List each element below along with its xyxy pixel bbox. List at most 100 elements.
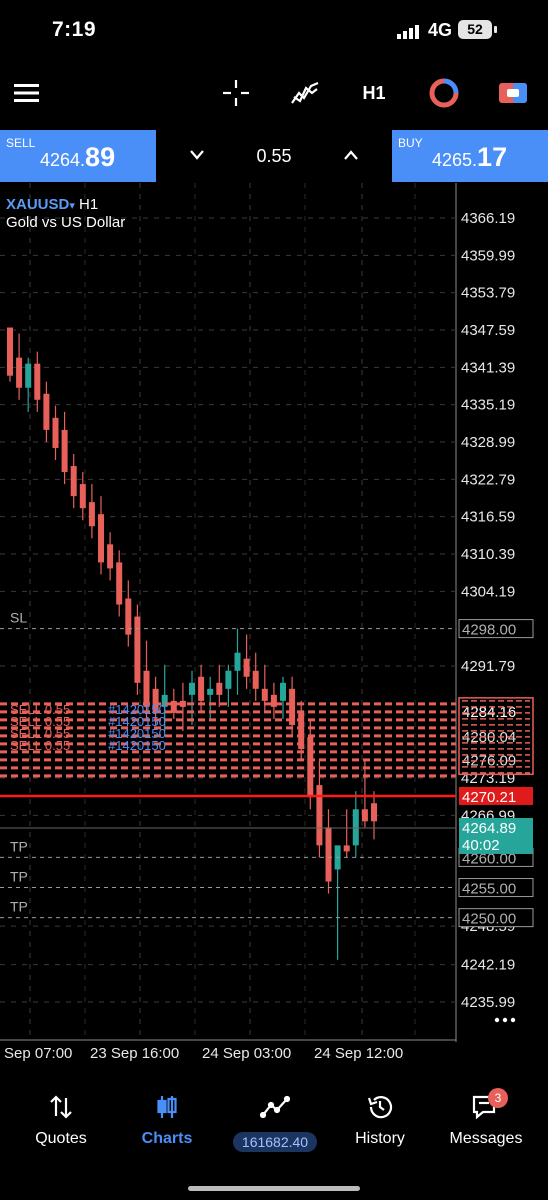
clock: 7:19 (52, 18, 97, 41)
price-level-label: 4235.99 (461, 994, 515, 1011)
nav-charts[interactable]: Charts (117, 1090, 217, 1148)
candle-body (88, 502, 95, 527)
tp-label: TP (10, 838, 28, 854)
trade-panel: SELL 4264.89 0.55 BUY 4265.17 (0, 130, 548, 182)
account-balance: 161682.40 (232, 1132, 318, 1152)
network-type: 4G (428, 20, 453, 40)
time-axis-label: 23 Sep 16:00 (90, 1045, 179, 1062)
time-axis-label: Sep 07:00 (4, 1045, 72, 1062)
sl-price: 4298.00 (462, 622, 516, 639)
home-indicator (188, 1186, 360, 1191)
candle-body (25, 363, 32, 388)
tp-price: 4255.00 (462, 881, 516, 898)
candle-body (107, 544, 114, 569)
candle-body (198, 676, 205, 701)
nav-history[interactable]: History (330, 1090, 430, 1148)
tp-price: 4250.00 (462, 911, 516, 928)
candle-body (325, 827, 332, 882)
charts-label: Charts (141, 1130, 193, 1147)
candle-body (343, 845, 350, 852)
more-icon[interactable] (494, 1017, 500, 1023)
candle-body (261, 688, 268, 701)
history-label: History (355, 1130, 405, 1147)
indicators-icon[interactable] (288, 76, 322, 110)
candle-body (316, 785, 323, 846)
candle-body (43, 393, 50, 430)
candle-body (70, 466, 77, 497)
price-level-label: 4242.19 (461, 957, 515, 974)
battery-icon: 52 (458, 20, 492, 39)
price-level-label: 4328.99 (461, 434, 515, 451)
messages-label: Messages (449, 1130, 523, 1147)
price-level-label: 4359.99 (461, 247, 515, 264)
nav-messages[interactable]: 3 Messages (436, 1088, 536, 1148)
current-price-label: 4270.21 (462, 789, 516, 806)
more-icon[interactable] (510, 1017, 516, 1023)
candle-body (79, 484, 86, 509)
price-level-label: 4304.19 (461, 583, 515, 600)
candle-body (225, 670, 232, 689)
candle-body (361, 809, 368, 822)
menu-icon[interactable] (12, 76, 42, 110)
nav-trade[interactable]: 161682.40 (222, 1090, 328, 1152)
bid-price-label: 4264.89 (462, 820, 516, 837)
nav-quotes[interactable]: Quotes (11, 1090, 111, 1148)
more-icon[interactable] (502, 1017, 508, 1023)
timeframe-button[interactable]: H1 (356, 76, 392, 110)
candle-body (207, 688, 214, 695)
candle-body (243, 658, 250, 677)
buy-button[interactable]: BUY 4265.17 (392, 130, 548, 182)
candle-body (216, 682, 223, 695)
battery-tip (494, 26, 497, 33)
candle-body (125, 598, 132, 635)
chart-toolbar: H1 (0, 62, 548, 122)
candle-body (371, 803, 377, 822)
candle-body (116, 562, 123, 605)
one-click-trading-icon[interactable] (428, 76, 460, 110)
candle-body (34, 363, 41, 400)
messages-icon: 3 (436, 1088, 536, 1124)
price-level-label: 4310.39 (461, 546, 515, 563)
volume-control: 0.55 (157, 130, 391, 182)
crosshair-icon[interactable] (220, 76, 252, 110)
bottom-navigation: Quotes Charts 161682.40 History 3 Messag… (0, 1080, 548, 1200)
trade-icon (222, 1090, 328, 1124)
candle-body (280, 682, 286, 701)
candle-body (52, 417, 59, 448)
candle-body (61, 429, 68, 473)
chart-description: Gold vs US Dollar (6, 214, 126, 231)
history-icon (330, 1090, 430, 1124)
new-order-icon[interactable] (496, 76, 530, 110)
buy-price: 4265.17 (432, 142, 508, 172)
quotes-label: Quotes (35, 1130, 87, 1147)
buy-label: BUY (398, 136, 423, 150)
signal-icon (397, 25, 419, 39)
bar-countdown: 40:02 (462, 837, 500, 854)
sell-price: 4264.89 (40, 142, 116, 172)
chart-symbol[interactable]: XAUUSD▾ H1 (6, 196, 98, 213)
candle-body (98, 514, 104, 563)
status-bar: 7:19 4G 52 (0, 0, 548, 62)
price-chart[interactable]: 4366.19 4359.99 4353.79 4347.59 4341.39 4335.… (0, 183, 548, 1073)
sell-label: SELL (6, 136, 36, 150)
sl-label: SL (10, 610, 27, 626)
price-level-label: 4316.59 (461, 509, 515, 526)
candle-body (352, 809, 359, 846)
candle-body (7, 327, 13, 376)
volume-increase-icon[interactable] (343, 149, 359, 161)
messages-badge: 3 (488, 1088, 508, 1108)
price-level-label: 4322.79 (461, 471, 515, 488)
candle-body (16, 357, 23, 388)
candle-body (189, 682, 195, 695)
price-level-label: 4366.19 (461, 210, 515, 227)
tp-label: TP (10, 869, 28, 885)
price-level-label: 4347.59 (461, 322, 515, 339)
order-label: SELL 0.55 (10, 738, 70, 753)
time-axis-label: 24 Sep 03:00 (202, 1045, 291, 1062)
price-level-label: 4291.79 (461, 658, 515, 675)
price-level-label: 4341.39 (461, 359, 515, 376)
charts-icon (117, 1090, 217, 1124)
time-axis-label: 24 Sep 12:00 (314, 1045, 403, 1062)
price-level-label: 4353.79 (461, 285, 515, 302)
sell-button[interactable]: SELL 4264.89 (0, 130, 156, 182)
